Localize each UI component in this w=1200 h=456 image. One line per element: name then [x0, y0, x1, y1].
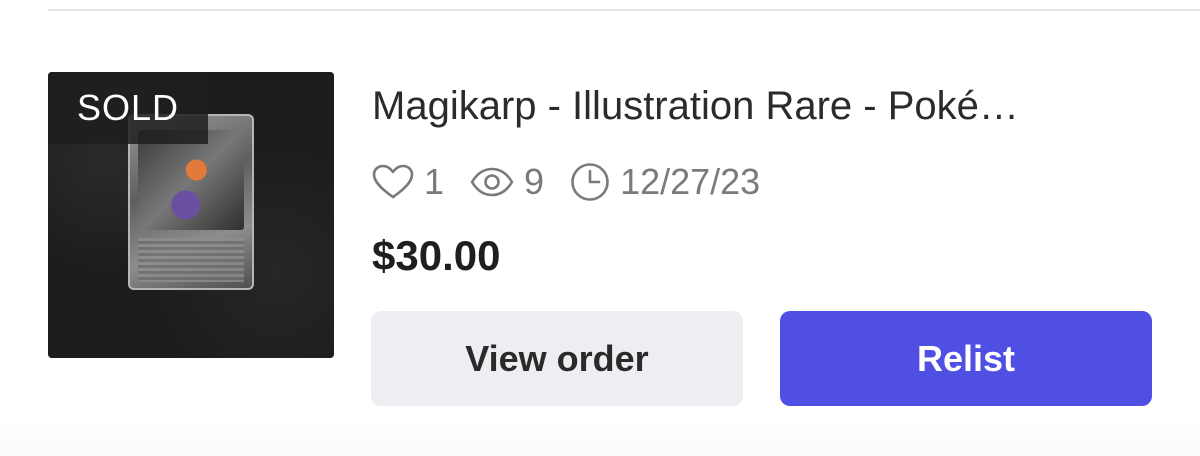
view-order-button[interactable]: View order	[371, 311, 743, 406]
views-count: 9	[524, 161, 545, 202]
listing-stats: 1 9 12/27/23	[372, 160, 786, 204]
likes-count: 1	[424, 161, 445, 202]
relist-button[interactable]: Relist	[780, 311, 1152, 406]
top-divider	[48, 9, 1200, 11]
sold-listing-item: SOLD Magikarp - Illustration Rare - Poké…	[48, 72, 1158, 408]
bottom-area	[0, 420, 1200, 456]
likes-stat: 1	[372, 161, 444, 203]
clock-icon	[571, 163, 609, 201]
card-artwork	[138, 130, 244, 230]
listing-date: 12/27/23	[620, 161, 761, 202]
listing-thumbnail[interactable]: SOLD	[48, 72, 334, 358]
sold-badge: SOLD	[48, 72, 208, 144]
listing-title[interactable]: Magikarp - Illustration Rare - Poké…	[372, 82, 1152, 130]
heart-icon	[372, 164, 414, 199]
card-text-area	[138, 238, 244, 282]
listing-price: $30.00	[372, 232, 501, 279]
views-stat: 9	[470, 161, 544, 203]
eye-icon	[470, 167, 514, 197]
date-stat: 12/27/23	[570, 161, 760, 203]
